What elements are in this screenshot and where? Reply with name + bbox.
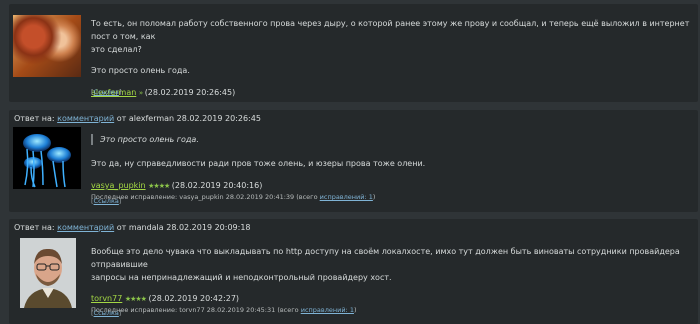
permalink-link[interactable]: Ссылка (94, 88, 119, 96)
comment-datetime: (28.02.2019 20:40:16) (171, 181, 263, 190)
rating-stars: ★★★★ (124, 295, 147, 303)
comment-body: Это просто олень года. Это да, ну справе… (91, 134, 690, 202)
avatar (13, 127, 81, 189)
permalink-link[interactable]: Ссылка (94, 197, 119, 205)
comment-datetime: (28.02.2019 20:26:45) (144, 88, 236, 97)
reply-comment-link[interactable]: комментарий (57, 114, 114, 123)
author-link[interactable]: torvn77 (91, 294, 122, 303)
comment-body: Вообще это дело чувака что выкладывать п… (91, 245, 690, 315)
reply-prefix: Ответ на: (14, 114, 58, 123)
permalink: [Ссылка] (91, 197, 122, 205)
quote: Это просто олень года. (91, 134, 690, 145)
permalink-link[interactable]: Ссылка (94, 309, 119, 317)
reply-suffix: от alexferman 28.02.2019 20:26:45 (114, 114, 261, 123)
comment-text: это сделал? (91, 45, 142, 54)
author-link[interactable]: vasya_pupkin (91, 181, 146, 190)
reply-header: Ответ на: комментарий от alexferman 28.0… (14, 114, 261, 123)
author-marker: » (138, 89, 143, 97)
edit-info: Последнее исправление: torvn77 28.02.201… (91, 305, 690, 315)
comment-text: запросы на непринадлежащий и неподконтро… (91, 273, 392, 282)
rating-stars: ★★★★ (148, 182, 170, 190)
reply-suffix: от mandala 28.02.2019 20:09:18 (114, 223, 251, 232)
edits-link[interactable]: исправлений: 1 (320, 193, 373, 201)
comment-body: То есть, он поломал работу собственного … (91, 17, 690, 99)
comment-3: Ответ на: комментарий от mandala 28.02.2… (9, 219, 698, 324)
permalink: [Ссылка] (91, 88, 122, 96)
comment-text: Это да, ну справедливости ради пров тоже… (91, 159, 426, 168)
edit-info: Последнее исправление: vasya_pupkin 28.0… (91, 192, 690, 202)
avatar (20, 238, 76, 308)
comment-datetime: (28.02.2019 20:42:27) (148, 294, 240, 303)
signature: torvn77 ★★★★ (28.02.2019 20:42:27) (91, 293, 690, 305)
comment-text: То есть, он поломал работу собственного … (91, 19, 690, 41)
edit-suffix: ) (353, 306, 357, 314)
edit-suffix: ) (372, 193, 376, 201)
reply-prefix: Ответ на: (14, 223, 58, 232)
edit-prefix: Последнее исправление: vasya_pupkin 28.0… (91, 193, 320, 201)
person-photo (20, 238, 76, 308)
avatar (13, 15, 81, 77)
permalink: [Ссылка] (91, 309, 122, 317)
comment-2: Ответ на: комментарий от alexferman 28.0… (9, 110, 698, 212)
comment-text: Вообще это дело чувака что выкладывать п… (91, 247, 680, 269)
reply-header: Ответ на: комментарий от mandala 28.02.2… (14, 223, 251, 232)
comment-1: То есть, он поломал работу собственного … (9, 4, 698, 102)
edit-prefix: Последнее исправление: torvn77 28.02.201… (91, 306, 301, 314)
edits-link[interactable]: исправлений: 1 (301, 306, 354, 314)
comment-text: Это просто олень года. (91, 66, 190, 75)
signature: alexferman » (28.02.2019 20:26:45) (91, 87, 690, 99)
signature: vasya_pupkin ★★★★ (28.02.2019 20:40:16) (91, 180, 690, 192)
jellyfish-image (23, 134, 71, 188)
reply-comment-link[interactable]: комментарий (57, 223, 114, 232)
